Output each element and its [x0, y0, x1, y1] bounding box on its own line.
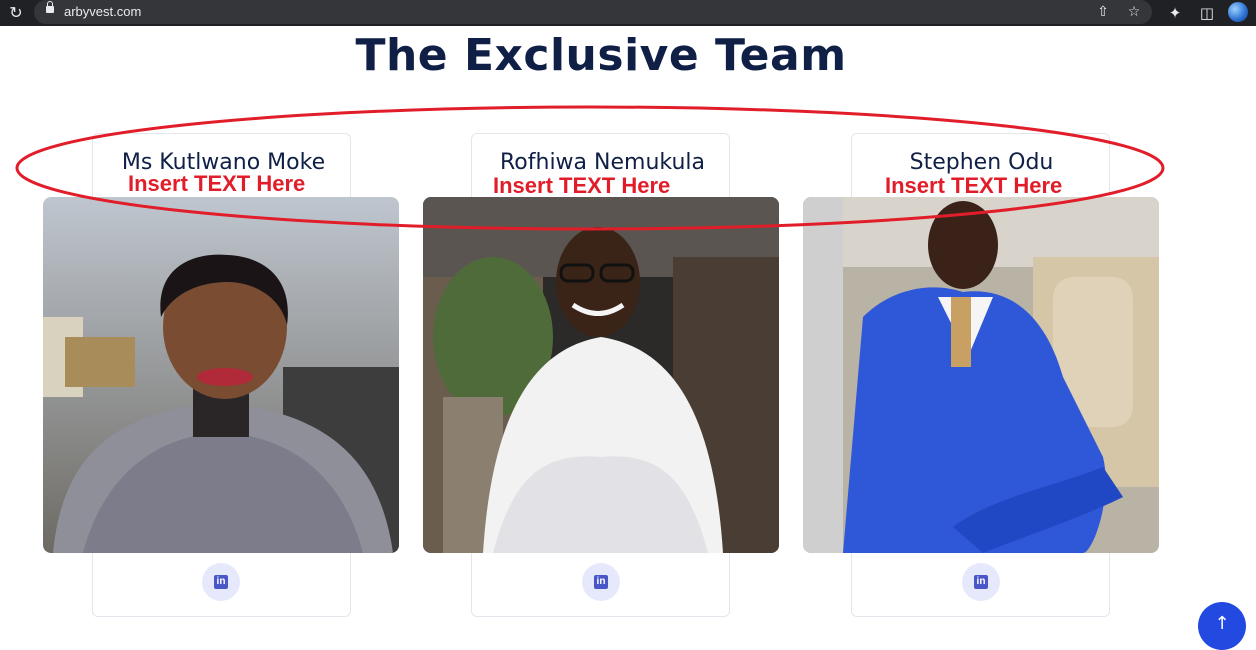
- share-icon[interactable]: ⇧: [1094, 3, 1112, 21]
- member-photo: [43, 197, 399, 553]
- url-text[interactable]: arbyvest.com: [64, 4, 141, 19]
- side-panel-icon[interactable]: ◫: [1197, 3, 1217, 23]
- address-bar[interactable]: arbyvest.com ⇧ ☆: [34, 0, 1152, 24]
- linkedin-button[interactable]: in: [962, 563, 1000, 601]
- linkedin-button[interactable]: in: [582, 563, 620, 601]
- member-name: Stephen Odu: [909, 150, 1054, 175]
- linkedin-icon: in: [974, 575, 988, 589]
- arrow-up-icon[interactable]: ↑: [1198, 602, 1246, 650]
- member-photo: [803, 197, 1159, 553]
- member-photo: [423, 197, 779, 553]
- lock-icon[interactable]: [46, 1, 54, 13]
- member-caption: Insert TEXT Here: [885, 173, 1063, 198]
- browser-toolbar: ↻ arbyvest.com ⇧ ☆ ✦ ◫: [0, 0, 1256, 26]
- reload-icon[interactable]: ↻: [6, 3, 26, 23]
- profile-icon[interactable]: [1228, 2, 1248, 22]
- page-title: The Exclusive Team: [355, 30, 847, 81]
- member-name: Rofhiwa Nemukula: [500, 150, 705, 175]
- star-icon[interactable]: ☆: [1125, 3, 1143, 21]
- linkedin-icon: in: [594, 575, 608, 589]
- linkedin-icon: in: [214, 575, 228, 589]
- member-caption: Insert TEXT Here: [128, 171, 306, 196]
- linkedin-button[interactable]: in: [202, 563, 240, 601]
- extensions-icon[interactable]: ✦: [1165, 3, 1185, 23]
- member-caption: Insert TEXT Here: [493, 173, 671, 198]
